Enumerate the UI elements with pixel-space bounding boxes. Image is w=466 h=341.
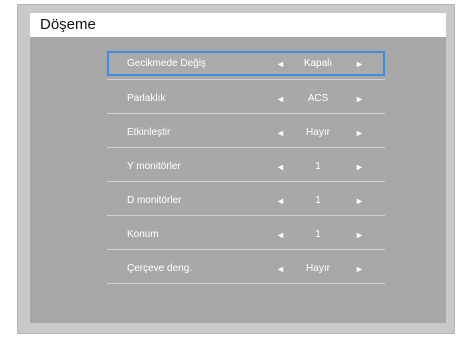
arrow-left-icon[interactable]: ◄ [276,93,285,105]
menu-item-value: 1 [315,161,321,172]
page-title: Döşeme [40,16,96,33]
title-bar: Döşeme [30,13,446,37]
arrow-left-icon[interactable]: ◄ [276,263,285,275]
osd-window: Döşeme Gecikmede Değiş ◄ Kapalı ► Parlak… [17,4,455,334]
menu-item-value: ACS [307,93,329,104]
menu-item-gecikmede-degis[interactable]: Gecikmede Değiş ◄ Kapalı ► [107,51,385,76]
divider [107,147,385,148]
divider [107,79,385,80]
menu-item-label: Çerçeve deng. [127,263,193,274]
arrow-right-icon[interactable]: ► [355,93,364,105]
menu-item-label: Etkinleştir [127,127,171,138]
arrow-left-icon[interactable]: ◄ [276,58,285,70]
arrow-right-icon[interactable]: ► [355,127,364,139]
arrow-right-icon[interactable]: ► [355,229,364,241]
menu-item-y-monitorler[interactable]: Y monitörler ◄ 1 ► [107,155,385,180]
divider [107,249,385,250]
divider [107,113,385,114]
menu-item-label: D monitörler [127,195,182,206]
arrow-right-icon[interactable]: ► [355,161,364,173]
menu-item-label: Y monitörler [127,161,181,172]
menu-panel: Gecikmede Değiş ◄ Kapalı ► Parlaklık ◄ A… [30,37,446,323]
menu-item-value: 1 [315,229,321,240]
arrow-right-icon[interactable]: ► [355,195,364,207]
menu-item-value: Kapalı [303,58,333,69]
arrow-left-icon[interactable]: ◄ [276,127,285,139]
menu-item-value: Hayır [306,263,330,274]
menu-item-konum[interactable]: Konum ◄ 1 ► [107,223,385,248]
arrow-right-icon[interactable]: ► [355,263,364,275]
menu-item-etkinlestir[interactable]: Etkinleştir ◄ Hayır ► [107,121,385,146]
menu-item-value: 1 [315,195,321,206]
menu-item-cerceve-deng[interactable]: Çerçeve deng. ◄ Hayır ► [107,257,385,282]
arrow-left-icon[interactable]: ◄ [276,161,285,173]
menu-item-value: Hayır [306,127,330,138]
divider [107,283,385,284]
menu-item-label: Konum [127,229,159,240]
menu-item-d-monitorler[interactable]: D monitörler ◄ 1 ► [107,189,385,214]
divider [107,215,385,216]
menu-item-label: Parlaklık [127,93,166,104]
menu-item-parlaklik[interactable]: Parlaklık ◄ ACS ► [107,87,385,112]
divider [107,181,385,182]
arrow-left-icon[interactable]: ◄ [276,229,285,241]
menu-item-label: Gecikmede Değiş [127,58,206,69]
arrow-right-icon[interactable]: ► [355,58,364,70]
arrow-left-icon[interactable]: ◄ [276,195,285,207]
